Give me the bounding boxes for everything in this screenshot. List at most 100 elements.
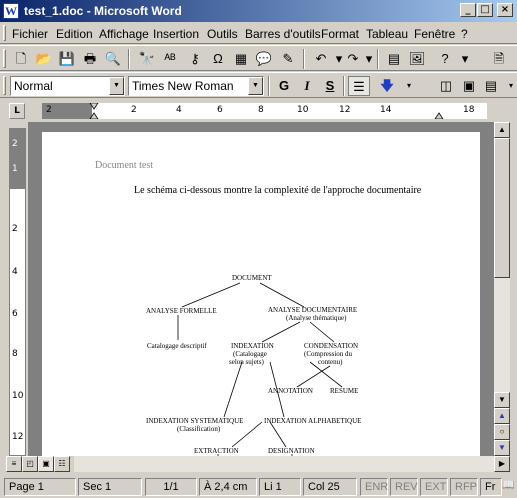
word-app-icon[interactable]: W <box>3 3 19 19</box>
maximize-button[interactable]: □ <box>477 3 493 17</box>
title-bar: W test_1.doc - Microsoft Word _ □ × <box>0 0 517 22</box>
node-analyse-documentaire-sub: (Analyse thématique) <box>286 314 347 322</box>
menu-fichier[interactable]: Fichier <box>12 27 48 41</box>
node-indexation-sub1: (Catalogage <box>233 350 267 358</box>
menu-insertion[interactable]: Insertion <box>153 27 199 41</box>
document-page[interactable]: Document test Le schéma ci-dessous montr… <box>42 132 480 456</box>
underline-button[interactable]: S <box>319 76 341 96</box>
close-button[interactable]: × <box>497 3 513 17</box>
arrow-down-icon[interactable]: 🡇 <box>376 76 398 96</box>
toolbar-separator <box>303 49 305 69</box>
diagram-connectors <box>177 282 343 456</box>
ruler-number: 6 <box>12 309 18 319</box>
menu-outils[interactable]: Outils <box>207 27 238 41</box>
chevron-down-icon[interactable]: ▼ <box>248 77 263 95</box>
outline-view-icon[interactable]: ☷ <box>54 456 70 472</box>
outline-icon[interactable]: ▣ <box>458 76 480 96</box>
print-preview-icon[interactable]: 🔍 <box>102 49 124 69</box>
menu-barres-outils[interactable]: Barres d'outils <box>245 27 321 41</box>
status-language[interactable]: Fr <box>480 478 502 496</box>
font-select[interactable]: Times New Roman ▼ <box>128 76 264 96</box>
minimize-button[interactable]: _ <box>460 3 476 17</box>
comment-icon[interactable]: 💬 <box>253 49 275 69</box>
node-indexation-systematique-sub: (Classification) <box>177 425 221 433</box>
menu-tableau[interactable]: Tableau <box>366 27 408 41</box>
node-condensation-sub1: (Compression du <box>304 350 353 358</box>
italic-button[interactable]: I <box>296 76 318 96</box>
scroll-thumb[interactable] <box>494 138 510 278</box>
menu-edition[interactable]: Edition <box>56 27 93 41</box>
scroll-up-icon[interactable]: ▲ <box>494 122 510 138</box>
previous-page-icon[interactable]: ▲ <box>494 408 510 424</box>
view-icon[interactable]: ◫ <box>435 76 457 96</box>
menu-grip[interactable] <box>3 25 6 41</box>
arrow-dropdown-icon[interactable]: ▾ <box>398 76 420 96</box>
chevron-down-icon[interactable]: ▼ <box>109 77 124 95</box>
toolbar-grip[interactable] <box>3 76 6 95</box>
print-layout-icon[interactable]: ▣ <box>38 456 54 472</box>
toolbar-separator <box>377 49 379 69</box>
scroll-down-icon[interactable]: ▼ <box>494 392 510 408</box>
pdf-icon[interactable]: 🗎 <box>488 49 510 69</box>
style-value: Normal <box>14 79 53 93</box>
help-dropdown-icon[interactable]: ▾ <box>454 49 476 69</box>
status-page: Page 1 <box>4 478 76 496</box>
save-icon[interactable]: 💾 <box>56 49 78 69</box>
status-rev[interactable]: REV <box>390 478 418 496</box>
status-position: À 2,4 cm <box>199 478 257 496</box>
tab-selector-icon[interactable]: L <box>9 103 25 119</box>
key-icon[interactable]: ⚷ <box>184 49 206 69</box>
find-icon[interactable]: 🔭 <box>136 49 158 69</box>
spelling-icon[interactable]: ᴬᴮ <box>159 49 181 69</box>
toolbar-separator <box>343 76 345 96</box>
vertical-scrollbar[interactable]: ▲ ▼ ▲ ○ ▼ <box>494 122 510 456</box>
ruler-row: L 2 2 4 6 8 10 12 14 18 <box>0 100 517 122</box>
align-left-icon[interactable]: ☰ <box>348 76 370 96</box>
node-condensation: CONDENSATION <box>304 342 359 350</box>
node-analyse-formelle: ANALYSE FORMELLE <box>146 307 217 315</box>
menu-affichage[interactable]: Affichage <box>99 27 149 41</box>
next-page-icon[interactable]: ▼ <box>494 440 510 456</box>
node-resume: RESUME <box>330 387 359 395</box>
help-icon[interactable]: ? <box>434 49 456 69</box>
list-icon[interactable]: ▤ <box>480 76 502 96</box>
toolbar-grip[interactable] <box>3 49 6 68</box>
normal-view-icon[interactable]: ≡ <box>6 456 22 472</box>
style-select[interactable]: Normal ▼ <box>10 76 125 96</box>
web-view-icon[interactable]: ◰ <box>22 456 38 472</box>
status-enr[interactable]: ENR <box>360 478 388 496</box>
node-condensation-sub2: contenu) <box>318 358 343 366</box>
print-icon[interactable]: 🖶 <box>79 49 101 69</box>
horizontal-scroll-area: ≡ ◰ ▣ ☷ ▶ <box>0 456 517 473</box>
standard-toolbar: 🗋 📂 💾 🖶 🔍 🔭 ᴬᴮ ⚷ Ω ▦ 💬 ✎ ↶ ▾ ↷ ▾ ▤ 🖼 ? ▾… <box>0 45 517 71</box>
node-indexation-sub2: selon sujets) <box>229 358 264 366</box>
status-bar: Page 1 Sec 1 1/1 À 2,4 cm Li 1 Col 25 EN… <box>0 476 517 498</box>
horizontal-scrollbar[interactable] <box>74 456 494 472</box>
formatting-toolbar: Normal ▼ Times New Roman ▼ G I S ☰ 🡇 ▾ ◫… <box>0 72 517 98</box>
track-changes-icon[interactable]: ✎ <box>277 49 299 69</box>
ruler-number: 2 <box>12 139 18 149</box>
spelling-status-icon[interactable]: 📖 <box>502 480 514 491</box>
toolbar-separator <box>128 49 130 69</box>
vertical-ruler[interactable]: 2 1 2 4 6 8 10 12 <box>9 128 26 456</box>
autotext-icon[interactable]: ▦ <box>230 49 252 69</box>
more-buttons-icon[interactable]: ▾ <box>500 76 517 96</box>
status-rfp[interactable]: RFP <box>450 478 478 496</box>
ruler-number: 4 <box>12 267 18 277</box>
symbol-omega-icon[interactable]: Ω <box>207 49 229 69</box>
status-ext[interactable]: EXT <box>420 478 448 496</box>
horizontal-ruler[interactable]: 2 2 4 6 8 10 12 14 18 <box>42 103 487 119</box>
table-icon[interactable]: ▤ <box>383 49 405 69</box>
menu-format[interactable]: Format <box>321 27 359 41</box>
bold-button[interactable]: G <box>273 76 295 96</box>
open-folder-icon[interactable]: 📂 <box>33 49 55 69</box>
menu-help[interactable]: ? <box>461 27 468 41</box>
indent-markers[interactable] <box>42 103 487 119</box>
insert-picture-icon[interactable]: 🖼 <box>406 49 428 69</box>
document-area[interactable]: Document test Le schéma ci-dessous montr… <box>28 122 494 456</box>
new-document-icon[interactable]: 🗋 <box>10 49 32 69</box>
menu-fenetre[interactable]: Fenêtre <box>414 27 455 41</box>
scroll-right-icon[interactable]: ▶ <box>494 456 510 472</box>
select-browse-object-icon[interactable]: ○ <box>494 424 510 440</box>
window-title: test_1.doc - Microsoft Word <box>24 4 182 18</box>
